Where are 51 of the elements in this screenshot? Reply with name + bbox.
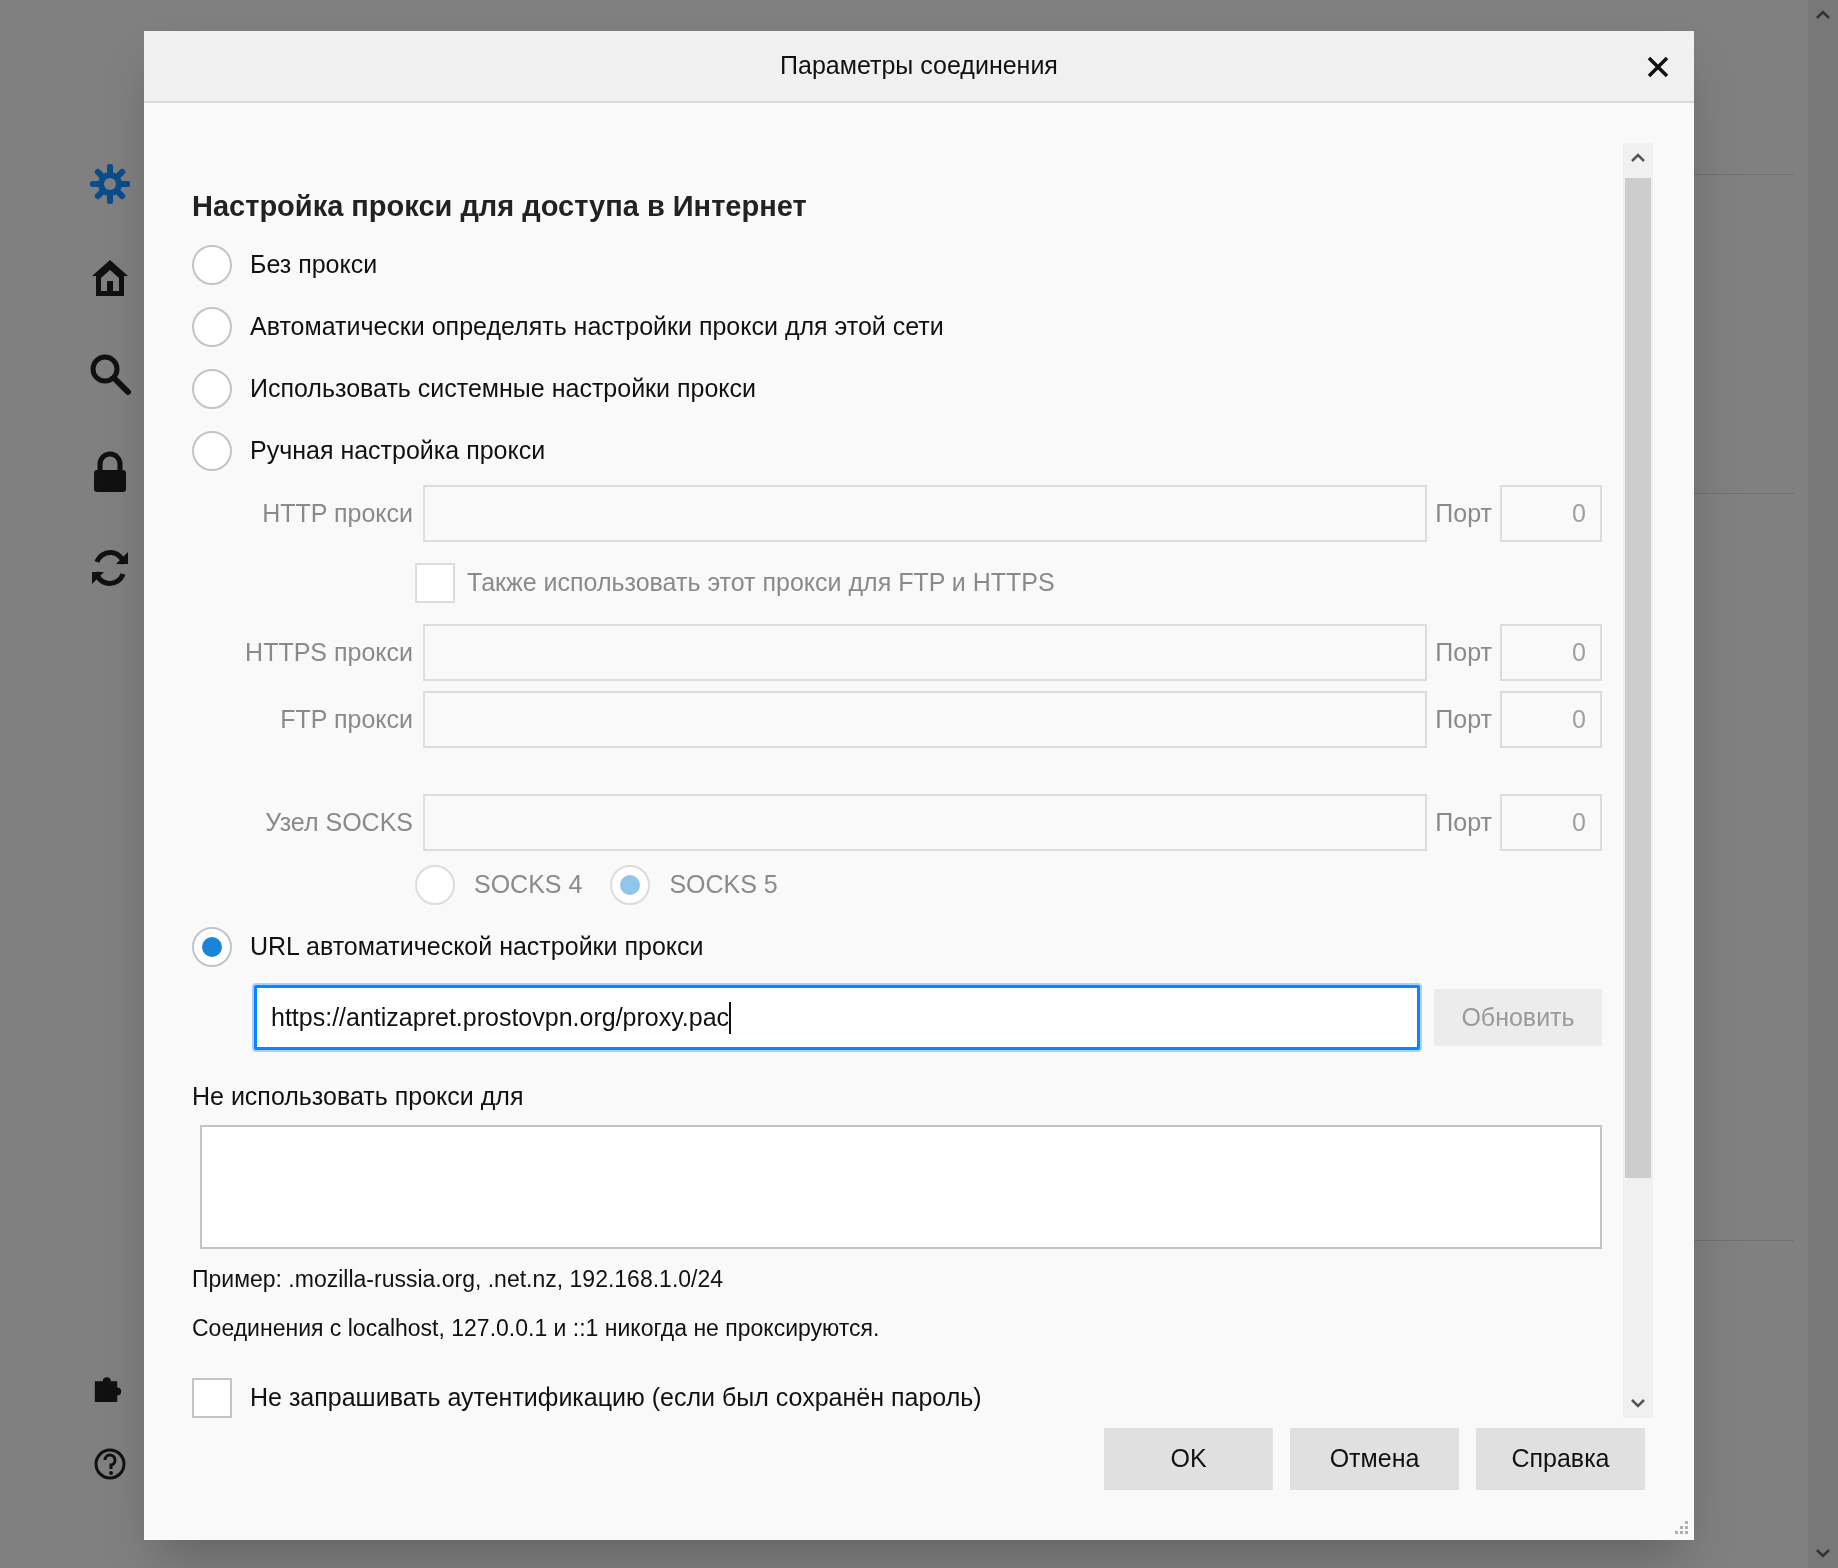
dialog-button[interactable]: Справка	[1476, 1428, 1645, 1490]
field-label: FTP прокси	[279, 703, 413, 735]
field-label: HTTP прокси	[261, 497, 413, 529]
checkbox[interactable]	[415, 563, 455, 603]
dialog-button[interactable]: Отмена	[1290, 1428, 1459, 1490]
port-field[interactable]: 0	[1500, 794, 1602, 851]
port-field[interactable]: 0	[1500, 485, 1602, 542]
field-label: Узел SOCKS	[264, 806, 413, 838]
checkbox-label: Не запрашивать аутентификацию (если был сохранён пароль)	[250, 1382, 982, 1414]
settings-icon[interactable]	[88, 162, 132, 206]
radio-label: Без прокси	[250, 249, 378, 281]
radio-button[interactable]	[192, 307, 232, 347]
radio-label: Автоматически определять настройки прокси для этой сети	[250, 311, 944, 343]
radio-label: SOCKS 5	[669, 869, 778, 901]
page-scrollbar[interactable]	[1808, 0, 1838, 1568]
radio-button[interactable]	[192, 369, 232, 409]
note-text: Соединения с localhost, 127.0.0.1 и ::1 никогда не проксируются.	[192, 1313, 881, 1343]
scrollbar[interactable]	[1623, 143, 1653, 1418]
text-area[interactable]	[200, 1125, 1602, 1249]
scroll-down-icon[interactable]	[1815, 1548, 1831, 1558]
field-label: HTTPS прокси	[244, 636, 413, 668]
field-label: Порт	[1435, 497, 1492, 529]
radio-label: URL автоматической настройки прокси	[250, 931, 704, 963]
scroll-up-icon[interactable]	[1815, 10, 1831, 20]
radio-button[interactable]	[415, 865, 455, 905]
radio-button[interactable]	[192, 927, 232, 967]
field-label: Порт	[1435, 636, 1492, 668]
port-field[interactable]: 0	[1500, 691, 1602, 748]
checkbox-label: Также использовать этот прокси для FTP и HTTPS	[467, 567, 1055, 599]
url-field[interactable]: https://antizapret.prostovpn.org/proxy.pac	[254, 985, 1420, 1050]
radio-button[interactable]	[610, 865, 651, 905]
radio-button[interactable]	[192, 431, 232, 471]
radio-label: Использовать системные настройки прокси	[250, 373, 756, 405]
radio-label: Ручная настройка прокси	[250, 435, 546, 467]
section-heading: Настройка прокси для доступа в Интернет	[192, 189, 808, 225]
scroll-down-icon[interactable]	[1630, 1398, 1646, 1408]
example-text: Пример: .mozilla-russia.org, .net.nz, 192.168.1.0/24	[192, 1264, 725, 1294]
resize-grip-icon[interactable]	[1675, 1521, 1688, 1534]
port-field[interactable]: 0	[1500, 624, 1602, 681]
scrollbar-thumb[interactable]	[1625, 178, 1651, 1178]
checkbox[interactable]	[192, 1378, 232, 1418]
radio-button[interactable]	[192, 245, 232, 285]
close-icon	[1646, 55, 1670, 79]
dialog-button[interactable]: OK	[1104, 1428, 1273, 1490]
field-label: Порт	[1435, 703, 1492, 735]
scroll-up-icon[interactable]	[1630, 153, 1646, 163]
dialog-title: Параметры соединения	[780, 50, 1058, 82]
radio-label: SOCKS 4	[474, 869, 583, 901]
field-label: Порт	[1435, 806, 1492, 838]
search-icon[interactable]	[88, 352, 132, 396]
field-label: Не использовать прокси для	[192, 1081, 525, 1113]
